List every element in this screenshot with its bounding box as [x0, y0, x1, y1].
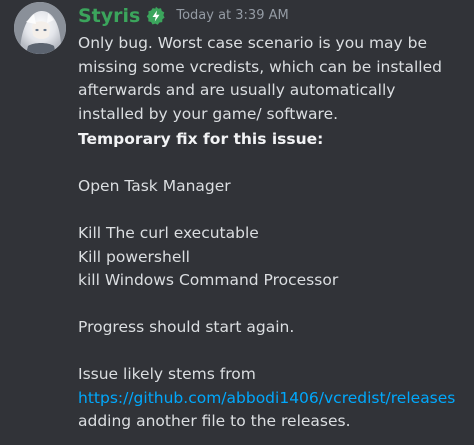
- issue-outro: adding another file to the releases.: [78, 412, 351, 430]
- step-open-task-manager: Open Task Manager: [78, 177, 231, 195]
- progress-note: Progress should start again.: [78, 318, 295, 336]
- message-header: Styris Today at 3:39 AM: [78, 4, 289, 28]
- step-kill-curl: Kill The curl executable: [78, 224, 259, 242]
- message-content: Only bug. Worst case scenario is you may…: [78, 32, 466, 434]
- avatar-image: [14, 2, 66, 54]
- fix-heading: Temporary fix for this issue:: [78, 130, 324, 148]
- step-kill-powershell: Kill powershell: [78, 247, 190, 266]
- user-avatar[interactable]: [14, 2, 66, 54]
- message-timestamp[interactable]: Today at 3:39 AM: [176, 4, 288, 28]
- message-paragraph: Only bug. Worst case scenario is you may…: [78, 34, 442, 123]
- issue-intro: Issue likely stems from: [78, 365, 256, 383]
- step-kill-cmd: kill Windows Command Processor: [78, 271, 339, 289]
- username[interactable]: Styris: [78, 4, 140, 28]
- vcredist-releases-link[interactable]: https://github.com/abbodi1406/vcredist/r…: [78, 389, 455, 407]
- bolt-badge-icon[interactable]: [146, 6, 166, 26]
- chat-message: Styris Today at 3:39 AM Only bug. Worst …: [0, 0, 474, 445]
